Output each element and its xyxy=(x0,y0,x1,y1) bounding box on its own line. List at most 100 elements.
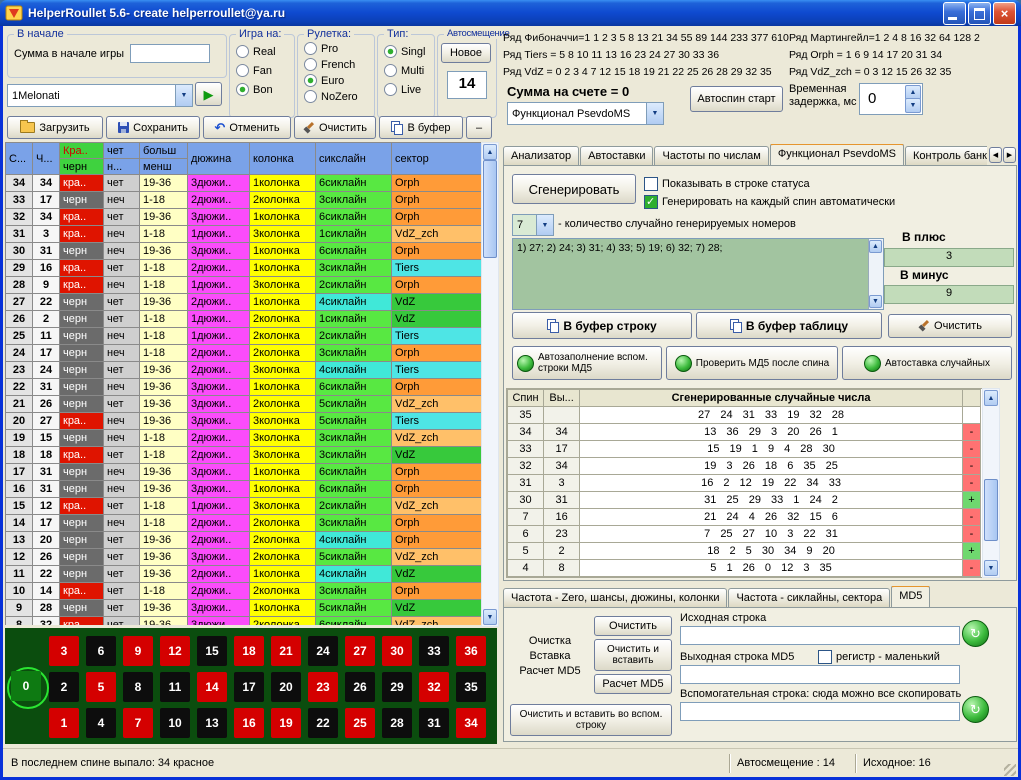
count-select[interactable]: 7 ▼ xyxy=(512,214,554,236)
history-row[interactable]: 1631черннеч19-363дюжи..1колонка6сиклайнO… xyxy=(6,481,482,498)
board-number-15[interactable]: 15 xyxy=(197,636,227,666)
history-row[interactable]: 3031черннеч19-363дюжи..1колонка6сиклайнO… xyxy=(6,243,482,260)
history-row[interactable]: 2324чернчет19-362дюжи..3колонка4сиклайнT… xyxy=(6,362,482,379)
radio-option-nozero[interactable]: NoZero xyxy=(304,90,368,103)
generated-row[interactable]: 3527 24 31 33 19 32 28 xyxy=(508,407,981,424)
history-row[interactable]: 2916кра..чет1-182дюжи..1колонка3сиклайнT… xyxy=(6,260,482,277)
toolbar-buffer-button[interactable]: В буфер xyxy=(379,116,463,139)
history-row[interactable]: 1320чернчет19-362дюжи..2колонка4сиклайнO… xyxy=(6,532,482,549)
minimize-button[interactable] xyxy=(943,2,966,25)
board-number-35[interactable]: 35 xyxy=(456,672,486,702)
scroll-down-icon[interactable]: ▼ xyxy=(984,560,998,576)
md5-output-input[interactable] xyxy=(680,665,960,684)
check-md5-button[interactable]: Проверить МД5 после спина xyxy=(666,346,838,380)
chevron-down-icon[interactable]: ▼ xyxy=(175,85,192,106)
board-number-6[interactable]: 6 xyxy=(86,636,116,666)
board-number-9[interactable]: 9 xyxy=(123,636,153,666)
generated-row[interactable]: 331715 19 1 9 4 28 30- xyxy=(508,441,981,458)
generator-clear-button[interactable]: Очистить xyxy=(888,314,1012,338)
board-number-11[interactable]: 11 xyxy=(160,672,190,702)
play-button[interactable]: ▶ xyxy=(195,82,222,106)
history-row[interactable]: 3234кра..чет19-363дюжи..1колонка6сиклайн… xyxy=(6,209,482,226)
history-row[interactable]: 2722чернчет19-362дюжи..1колонка4сиклайнV… xyxy=(6,294,482,311)
history-row[interactable]: 2027кра..неч19-363дюжи..3колонка5сиклайн… xyxy=(6,413,482,430)
board-number-29[interactable]: 29 xyxy=(382,672,412,702)
generated-row[interactable]: 6237 25 27 10 3 22 31- xyxy=(508,526,981,543)
history-row[interactable]: 2231черннеч19-363дюжи..1колонка6сиклайнO… xyxy=(6,379,482,396)
history-row[interactable]: 832кра..чет19-363дюжи..2колонка6сиклайнV… xyxy=(6,617,482,626)
board-number-14[interactable]: 14 xyxy=(197,672,227,702)
history-row[interactable]: 1226чернчет19-363дюжи..2колонка5сиклайнV… xyxy=(6,549,482,566)
freq-tab-1[interactable]: Частота - сиклайны, сектора xyxy=(728,588,890,607)
toolbar-load-button[interactable]: Загрузить xyxy=(7,116,103,139)
spin-down-icon[interactable]: ▼ xyxy=(905,98,921,113)
autofill-md5-button[interactable]: Автозаполнение вспом. строки МД5 xyxy=(512,346,662,380)
generated-table-scrollbar[interactable]: ▲ ▼ xyxy=(982,388,1000,578)
history-row[interactable]: 3434кра..чет19-363дюжи..1колонка6сиклайн… xyxy=(6,175,482,192)
chevron-down-icon[interactable]: ▼ xyxy=(536,215,553,235)
history-row[interactable]: 1818кра..чет1-182дюжи..3колонка3сиклайнV… xyxy=(6,447,482,464)
board-number-27[interactable]: 27 xyxy=(345,636,375,666)
history-row[interactable]: 3317черннеч1-182дюжи..2колонка3сиклайнOr… xyxy=(6,192,482,209)
tabs-scroll-left-button[interactable]: ◀ xyxy=(989,147,1002,163)
history-row[interactable]: 262чернчет1-181дюжи..2колонка1сиклайнVdZ xyxy=(6,311,482,328)
history-row[interactable]: 1417черннеч1-182дюжи..2колонка3сиклайнOr… xyxy=(6,515,482,532)
delay-spinner[interactable]: 0 ▲ ▼ xyxy=(859,83,923,115)
md5-source-action-icon[interactable]: ↻ xyxy=(962,620,989,647)
radio-option-euro[interactable]: Euro xyxy=(304,74,368,87)
board-number-12[interactable]: 12 xyxy=(160,636,190,666)
radio-option-real[interactable]: Real xyxy=(236,45,288,58)
history-row[interactable]: 2511черннеч1-181дюжи..2колонка2сиклайнTi… xyxy=(6,328,482,345)
checkbox-status[interactable]: Показывать в строке статуса xyxy=(644,177,810,191)
history-row[interactable]: 1512кра..чет1-181дюжи..3колонка2сиклайнV… xyxy=(6,498,482,515)
preset-select[interactable]: 1Melonati ▼ xyxy=(7,84,193,107)
main-tab-1[interactable]: Автоставки xyxy=(580,146,653,165)
history-row[interactable]: 2126чернчет19-363дюжи..2колонка5сиклайнV… xyxy=(6,396,482,413)
board-number-33[interactable]: 33 xyxy=(419,636,449,666)
autospin-start-button[interactable]: Автоспин старт xyxy=(690,86,783,112)
board-number-17[interactable]: 17 xyxy=(234,672,264,702)
md5-aux-action-icon[interactable]: ↻ xyxy=(962,696,989,723)
main-tab-4[interactable]: Контроль банкрол xyxy=(905,146,987,165)
radio-option-pro[interactable]: Pro xyxy=(304,42,368,55)
close-button[interactable]: × xyxy=(993,2,1016,25)
buffer-row-button[interactable]: В буфер строку xyxy=(512,312,692,339)
board-number-0[interactable]: 0 xyxy=(11,671,41,701)
toolbar-save-button[interactable]: Сохранить xyxy=(106,116,200,139)
board-number-2[interactable]: 2 xyxy=(49,672,79,702)
generated-area-scrollbar[interactable]: ▲ ▼ xyxy=(868,239,883,309)
checkbox-status-box[interactable] xyxy=(644,177,658,191)
radio-option-singl[interactable]: Singl xyxy=(384,45,428,58)
board-number-23[interactable]: 23 xyxy=(308,672,338,702)
md5-calc-button[interactable]: Расчет MD5 xyxy=(594,674,672,694)
radio-option-live[interactable]: Live xyxy=(384,83,428,96)
toolbar-minus-button[interactable]: – xyxy=(466,116,492,139)
generated-numbers-area[interactable]: 1) 27; 2) 24; 3) 31; 4) 33; 5) 19; 6) 32… xyxy=(512,238,884,310)
radio-option-fan[interactable]: Fan xyxy=(236,64,288,77)
md5-source-input[interactable] xyxy=(680,626,960,645)
scroll-down-icon[interactable]: ▼ xyxy=(483,609,497,625)
scroll-down-icon[interactable]: ▼ xyxy=(869,295,882,308)
buffer-table-button[interactable]: В буфер таблицу xyxy=(696,312,882,339)
md5-case-checkbox[interactable]: регистр - маленький xyxy=(818,650,940,664)
history-row[interactable]: 1122чернчет19-362дюжи..1колонка4сиклайнV… xyxy=(6,566,482,583)
board-number-22[interactable]: 22 xyxy=(308,708,338,738)
generated-row[interactable]: 343413 36 29 3 20 26 1- xyxy=(508,424,981,441)
board-number-19[interactable]: 19 xyxy=(271,708,301,738)
board-number-20[interactable]: 20 xyxy=(271,672,301,702)
generated-row[interactable]: 323419 3 26 18 6 35 25- xyxy=(508,458,981,475)
scrollbar-thumb[interactable] xyxy=(483,160,497,258)
radio-option-french[interactable]: French xyxy=(304,58,368,71)
board-number-18[interactable]: 18 xyxy=(234,636,264,666)
toolbar-undo-button[interactable]: ↶Отменить xyxy=(203,116,291,139)
chevron-down-icon[interactable]: ▼ xyxy=(646,103,663,124)
generated-row[interactable]: 303131 25 29 33 1 24 2+ xyxy=(508,492,981,509)
board-number-25[interactable]: 25 xyxy=(345,708,375,738)
md5-clear-button[interactable]: Очистить xyxy=(594,616,672,636)
board-number-7[interactable]: 7 xyxy=(123,708,153,738)
generated-row[interactable]: 485 1 26 0 12 3 35- xyxy=(508,560,981,577)
board-number-31[interactable]: 31 xyxy=(419,708,449,738)
md5-aux-input[interactable] xyxy=(680,702,960,721)
history-row[interactable]: 1014кра..чет1-182дюжи..2колонка3сиклайнO… xyxy=(6,583,482,600)
board-number-24[interactable]: 24 xyxy=(308,636,338,666)
